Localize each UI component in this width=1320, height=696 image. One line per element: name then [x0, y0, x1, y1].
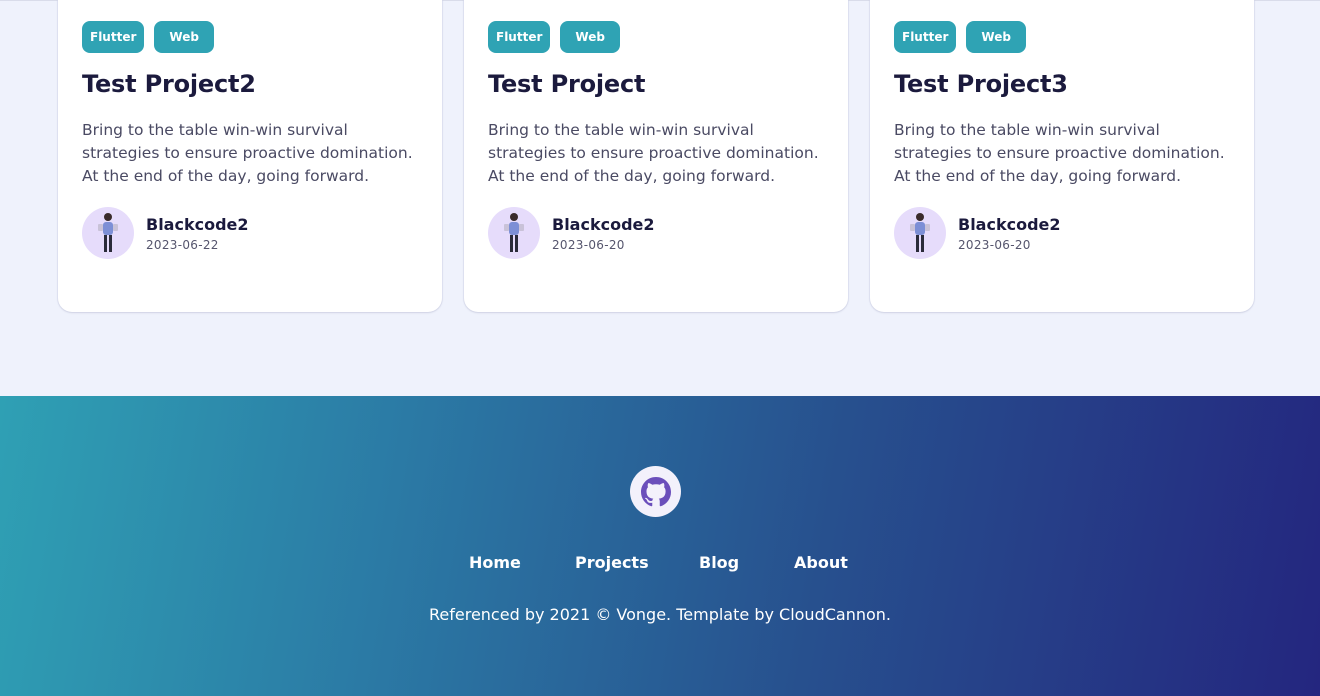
project-cards: Flutter Web Test Project2 Bring to the t… — [58, 0, 1254, 312]
project-description: Bring to the table win-win survival stra… — [488, 121, 819, 185]
project-title[interactable]: Test Project — [488, 70, 645, 98]
person-icon — [98, 213, 118, 252]
tag-web[interactable]: Web — [154, 21, 214, 53]
author-name: Blackcode2 — [552, 214, 655, 234]
project-card[interactable]: Flutter Web Test Project2 Bring to the t… — [58, 0, 442, 312]
tag-list: Flutter Web — [894, 21, 1026, 53]
footer-link-about[interactable]: About — [794, 553, 848, 572]
person-icon — [504, 213, 524, 252]
avatar — [488, 207, 540, 259]
tag-flutter[interactable]: Flutter — [82, 21, 145, 53]
tag-list: Flutter Web — [82, 21, 214, 53]
site-footer: Home Projects Blog About Referenced by 2… — [0, 396, 1320, 696]
post-date: 2023-06-20 — [552, 237, 625, 252]
author-block: Blackcode2 2023-06-20 — [488, 207, 655, 259]
project-card[interactable]: Flutter Web Test Project3 Bring to the t… — [870, 0, 1254, 312]
author-name: Blackcode2 — [146, 214, 249, 234]
footer-link-blog[interactable]: Blog — [699, 553, 739, 572]
github-icon — [640, 476, 671, 506]
person-icon — [910, 213, 930, 252]
tag-flutter[interactable]: Flutter — [894, 21, 957, 53]
github-link[interactable] — [630, 466, 681, 517]
post-date: 2023-06-22 — [146, 237, 219, 252]
avatar — [894, 207, 946, 259]
author-block: Blackcode2 2023-06-20 — [894, 207, 1061, 259]
author-name: Blackcode2 — [958, 214, 1061, 234]
tag-list: Flutter Web — [488, 21, 620, 53]
project-title[interactable]: Test Project3 — [894, 70, 1068, 98]
project-card[interactable]: Flutter Web Test Project Bring to the ta… — [464, 0, 848, 312]
avatar — [82, 207, 134, 259]
footer-link-projects[interactable]: Projects — [575, 553, 649, 572]
footer-link-home[interactable]: Home — [469, 553, 521, 572]
project-title[interactable]: Test Project2 — [82, 70, 256, 98]
tag-flutter[interactable]: Flutter — [488, 21, 551, 53]
project-description: Bring to the table win-win survival stra… — [894, 121, 1225, 185]
project-description: Bring to the table win-win survival stra… — [82, 121, 413, 185]
tag-web[interactable]: Web — [560, 21, 620, 53]
post-date: 2023-06-20 — [958, 237, 1031, 252]
footer-nav: Home Projects Blog About — [0, 553, 1320, 575]
copyright-text: Referenced by 2021 © Vonge. Template by … — [429, 605, 891, 624]
author-block: Blackcode2 2023-06-22 — [82, 207, 249, 259]
tag-web[interactable]: Web — [966, 21, 1026, 53]
